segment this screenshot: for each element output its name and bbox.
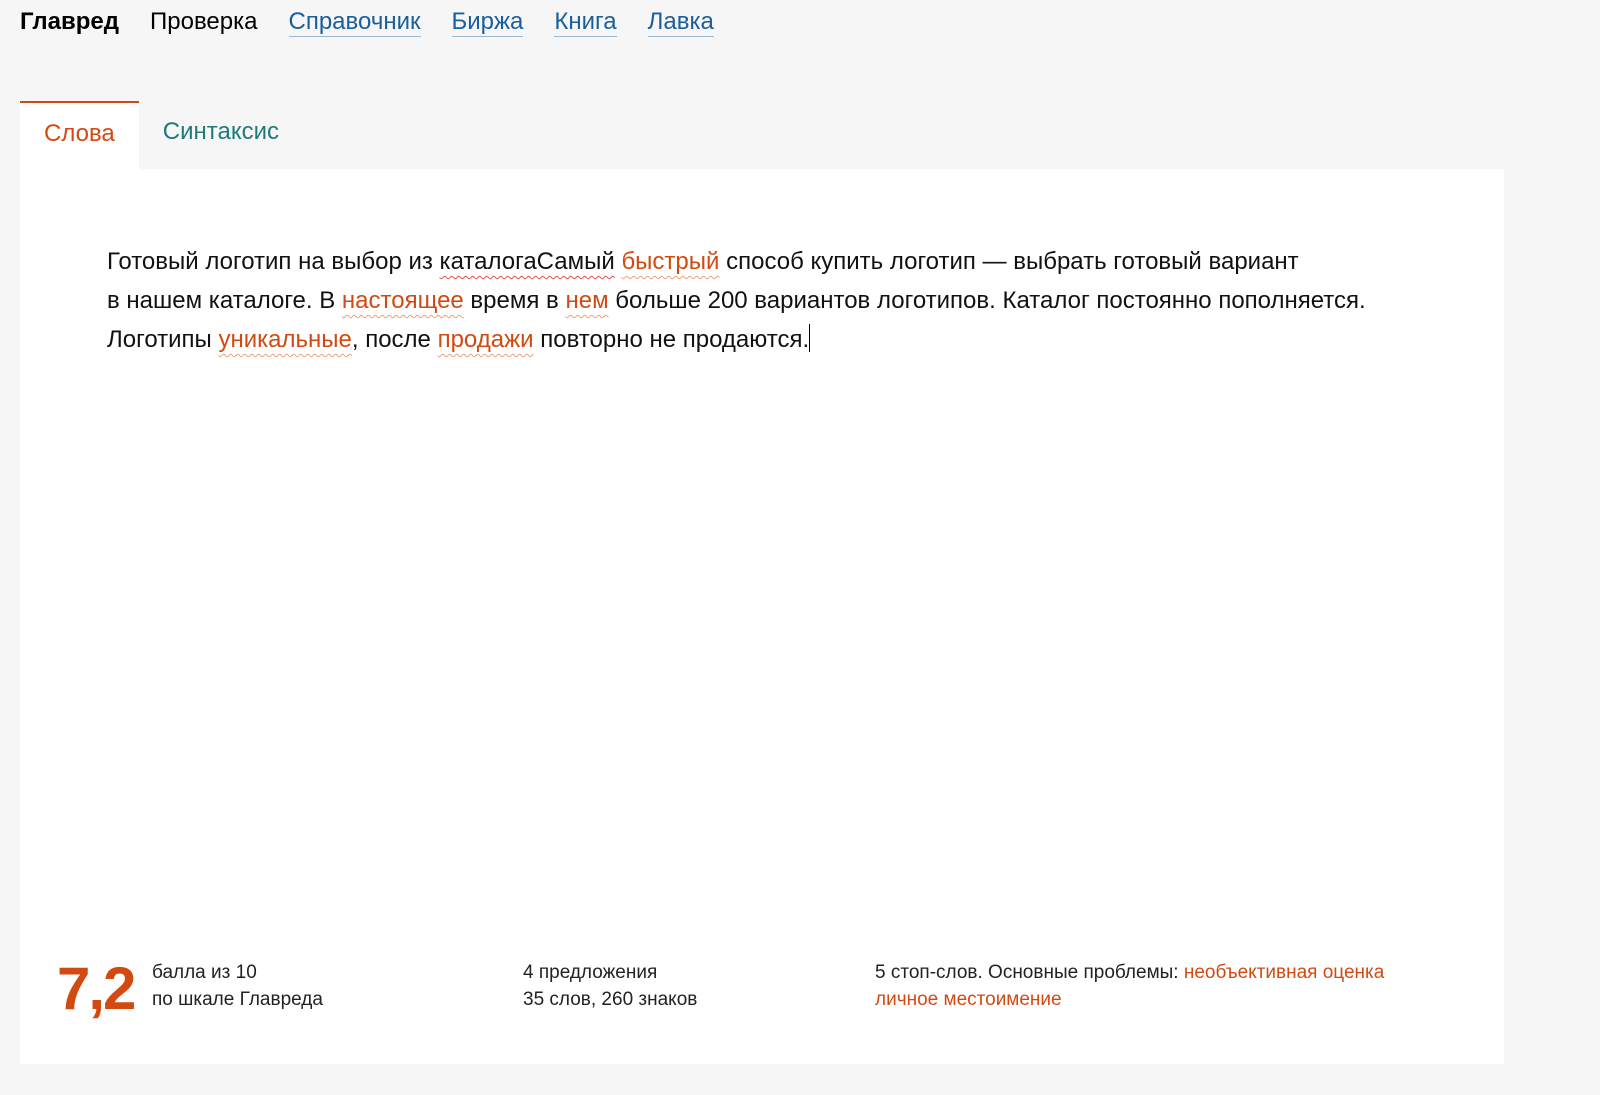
- score-value: 7,2: [57, 955, 136, 1022]
- stopword-highlight[interactable]: быстрый: [621, 248, 719, 275]
- editor-text: Логотипы: [107, 326, 219, 353]
- nav-reference-link[interactable]: Справочник: [288, 8, 421, 37]
- word-char-count: 35 слов, 260 знаков: [523, 989, 698, 1010]
- nav-book-link[interactable]: Книга: [554, 8, 617, 37]
- editor-text: , после: [351, 326, 438, 353]
- text-editor[interactable]: Готовый логотип на выбор из каталогаСамы…: [107, 242, 1447, 359]
- stopwords-label: 5 стоп-слов. Основные проблемы:: [875, 962, 1184, 983]
- nav-shop-link[interactable]: Лавка: [647, 8, 714, 37]
- stats-bar: 7,2 балла из 10 по шкале Главреда 4 пред…: [20, 955, 1504, 1039]
- text-cursor: [809, 324, 811, 352]
- editor-panel: Готовый логотип на выбор из каталогаСамы…: [20, 169, 1504, 1064]
- problem-link[interactable]: личное местоимение: [875, 989, 1062, 1010]
- top-navigation: Главред Проверка Справочник Биржа Книга …: [20, 8, 745, 37]
- problems-summary: 5 стоп-слов. Основные проблемы: необъект…: [875, 959, 1384, 1013]
- stopword-highlight[interactable]: настоящее: [342, 287, 464, 314]
- sentence-count: 4 предложения: [523, 962, 658, 983]
- editor-text: повторно не продаются.: [533, 326, 810, 353]
- editor-text: способ купить логотип — выбрать готовый …: [719, 248, 1299, 275]
- stopword-highlight[interactable]: нем: [565, 287, 608, 314]
- brand-logo[interactable]: Главред: [20, 8, 119, 36]
- editor-text: Готовый логотип на выбор из: [107, 248, 440, 275]
- problem-link[interactable]: необъективная оценка: [1184, 962, 1384, 983]
- nav-check[interactable]: Проверка: [150, 8, 258, 36]
- editor-text: в нашем каталоге. В: [107, 287, 342, 314]
- score-caption-line1: балла из 10: [152, 962, 257, 983]
- nav-exchange-link[interactable]: Биржа: [451, 8, 524, 37]
- tab-syntax[interactable]: Синтаксис: [139, 101, 303, 169]
- analysis-tabs: Слова Синтаксис: [20, 101, 303, 169]
- tab-words[interactable]: Слова: [20, 101, 139, 169]
- spelling-error[interactable]: каталогаСамый: [440, 248, 615, 275]
- text-counts: 4 предложения 35 слов, 260 знаков: [523, 959, 697, 1013]
- stopword-highlight[interactable]: продажи: [438, 326, 534, 353]
- editor-text: время в: [463, 287, 566, 314]
- stopword-highlight[interactable]: уникальные: [218, 326, 351, 353]
- score-caption-line2: по шкале Главреда: [152, 989, 323, 1010]
- score-caption: балла из 10 по шкале Главреда: [152, 959, 323, 1013]
- editor-text: больше 200 вариантов логотипов. Каталог …: [608, 287, 1366, 314]
